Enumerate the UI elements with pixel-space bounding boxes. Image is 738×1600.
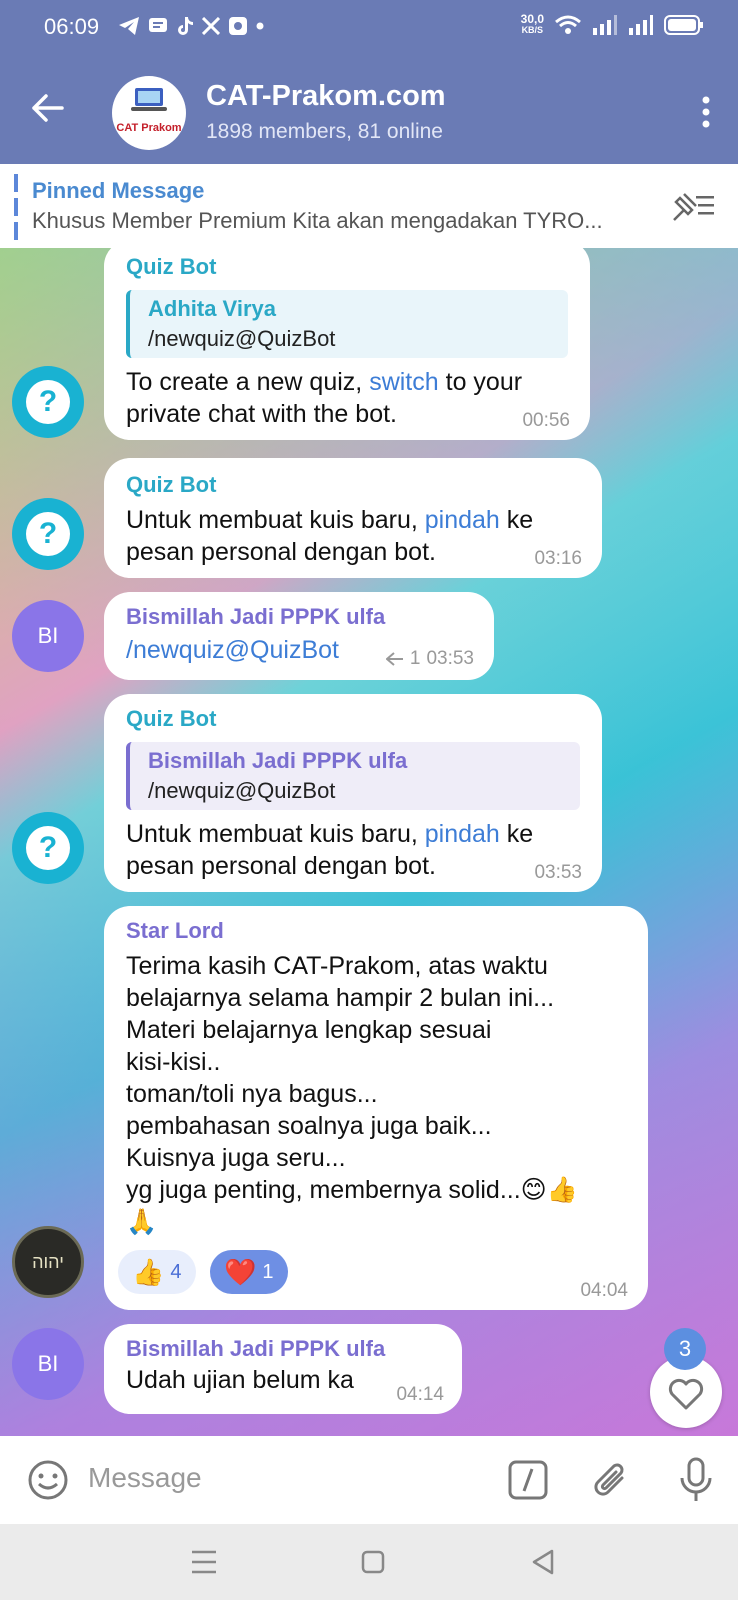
status-bar: 06:09 30,0 KB/S bbox=[0, 0, 738, 52]
message-text: Udah ujian belum ka bbox=[126, 1366, 354, 1394]
network-speed: 30,0 KB/S bbox=[520, 12, 544, 36]
reply-quote[interactable]: Bismillah Jadi PPPK ulfa /newquiz@QuizBo… bbox=[126, 742, 580, 810]
message-time: 03:53 bbox=[426, 648, 474, 669]
x-icon bbox=[202, 17, 220, 35]
reaction-emoji: ❤️ bbox=[224, 1256, 257, 1287]
reaction-count: 4 bbox=[170, 1260, 182, 1283]
message-bubble[interactable]: Bismillah Jadi PPPK ulfa Udah ujian belu… bbox=[104, 1324, 462, 1414]
message-meta: 1 03:53 bbox=[385, 648, 474, 670]
message-input[interactable]: Message bbox=[88, 1462, 202, 1494]
more-notifications-icon bbox=[256, 22, 264, 30]
message-bubble[interactable]: Bismillah Jadi PPPK ulfa /newquiz@QuizBo… bbox=[104, 592, 494, 680]
message-sender: Bismillah Jadi PPPK ulfa bbox=[126, 1336, 386, 1361]
reactions-badge: 3 bbox=[664, 1328, 706, 1370]
message-text: To create a new quiz, switch to your pri… bbox=[126, 366, 568, 430]
microphone-icon[interactable] bbox=[678, 1456, 714, 1504]
reply-count: 1 bbox=[409, 648, 421, 669]
battery-icon bbox=[664, 15, 703, 35]
message-link[interactable]: switch bbox=[369, 368, 438, 396]
reply-quote[interactable]: Adhita Virya /newquiz@QuizBot bbox=[126, 290, 568, 358]
back-arrow-icon[interactable] bbox=[28, 88, 68, 128]
message-bubble[interactable]: Quiz Bot Untuk membuat kuis baru, pindah… bbox=[104, 458, 602, 578]
wifi-icon bbox=[555, 15, 581, 34]
telegram-icon bbox=[119, 17, 139, 35]
group-title[interactable]: CAT-Prakom.com bbox=[206, 80, 446, 113]
status-time: 06:09 bbox=[44, 14, 100, 39]
pinned-indicator bbox=[14, 174, 18, 240]
question-icon: ? bbox=[26, 512, 70, 556]
user-avatar[interactable]: BI bbox=[12, 600, 84, 672]
speed-unit: KB/S bbox=[521, 25, 544, 35]
message-bubble[interactable]: Star Lord Terima kasih CAT-Prakom, atas … bbox=[104, 906, 648, 1310]
user-avatar[interactable]: BI bbox=[12, 1328, 84, 1400]
tiktok-icon bbox=[178, 17, 193, 35]
home-icon[interactable] bbox=[360, 1549, 386, 1575]
text-part: Untuk membuat kuis baru, bbox=[126, 506, 425, 534]
signal-2-icon bbox=[629, 15, 653, 35]
reply-arrow-icon bbox=[385, 652, 403, 666]
back-nav-icon[interactable] bbox=[530, 1548, 556, 1576]
message-link[interactable]: /newquiz@QuizBot bbox=[126, 636, 339, 664]
recent-apps-icon[interactable] bbox=[190, 1548, 218, 1576]
text-part: Untuk membuat kuis baru, bbox=[126, 820, 425, 848]
chat-header: CAT Prakom CAT-Prakom.com 1898 members, … bbox=[0, 52, 738, 164]
message-input-bar: Message bbox=[0, 1436, 738, 1524]
message-time: 03:53 bbox=[534, 862, 582, 883]
text-part: To create a new quiz, bbox=[126, 368, 370, 396]
emoji-icon[interactable] bbox=[26, 1458, 70, 1502]
question-icon: ? bbox=[26, 826, 70, 870]
reply-text: /newquiz@QuizBot bbox=[148, 326, 336, 351]
reaction-thumbs-up[interactable]: 👍 4 bbox=[118, 1250, 196, 1294]
message-text: Untuk membuat kuis baru, pindah ke pesan… bbox=[126, 818, 580, 882]
chat-messages-area[interactable]: Quiz Bot Adhita Virya /newquiz@QuizBot T… bbox=[0, 248, 738, 1436]
more-options-icon[interactable] bbox=[702, 96, 710, 128]
message-sender: Quiz Bot bbox=[126, 472, 217, 497]
message-link[interactable]: pindah bbox=[425, 506, 500, 534]
app-icon bbox=[229, 17, 247, 35]
reaction-count: 1 bbox=[262, 1260, 274, 1283]
reply-text: /newquiz@QuizBot bbox=[148, 778, 336, 803]
message-sender: Star Lord bbox=[126, 918, 224, 943]
signal-icon bbox=[593, 15, 617, 35]
logo-text: CAT Prakom bbox=[116, 122, 182, 134]
group-subtitle: 1898 members, 81 online bbox=[206, 120, 443, 143]
pinned-label: Pinned Message bbox=[32, 178, 205, 203]
pinned-message-bar[interactable]: Pinned Message Khusus Member Premium Kit… bbox=[0, 164, 738, 249]
pin-list-icon[interactable] bbox=[670, 186, 716, 226]
chat-app-icon bbox=[149, 18, 167, 32]
message-time: 04:04 bbox=[580, 1280, 628, 1301]
reactions-button[interactable]: 3 bbox=[650, 1328, 726, 1430]
message-text: Terima kasih CAT-Prakom, atas waktu bela… bbox=[126, 952, 578, 1236]
reply-name: Bismillah Jadi PPPK ulfa bbox=[148, 748, 408, 773]
status-right: 30,0 KB/S bbox=[520, 12, 704, 36]
reply-name: Adhita Virya bbox=[148, 296, 276, 321]
user-avatar[interactable]: יהוה bbox=[12, 1226, 84, 1298]
bot-commands-icon[interactable] bbox=[508, 1460, 548, 1500]
quiz-bot-avatar[interactable]: ? bbox=[12, 366, 84, 438]
notification-icons bbox=[118, 16, 264, 36]
message-link[interactable]: pindah bbox=[425, 820, 500, 848]
message-time: 00:56 bbox=[522, 410, 570, 431]
question-icon: ? bbox=[26, 380, 70, 424]
message-bubble[interactable]: Quiz Bot Bismillah Jadi PPPK ulfa /newqu… bbox=[104, 694, 602, 892]
quiz-bot-avatar[interactable]: ? bbox=[12, 498, 84, 570]
group-avatar[interactable]: CAT Prakom bbox=[112, 76, 186, 150]
message-sender: Quiz Bot bbox=[126, 706, 217, 731]
reaction-emoji: 👍 bbox=[132, 1256, 165, 1287]
quiz-bot-avatar[interactable]: ? bbox=[12, 812, 84, 884]
message-sender: Quiz Bot bbox=[126, 254, 217, 279]
message-time: 04:14 bbox=[396, 1384, 444, 1405]
android-nav-bar bbox=[0, 1524, 738, 1600]
logo-laptop-icon bbox=[131, 88, 167, 111]
pinned-text: Khusus Member Premium Kita akan mengadak… bbox=[32, 208, 603, 233]
message-time: 03:16 bbox=[534, 548, 582, 569]
attach-icon[interactable] bbox=[592, 1458, 632, 1502]
reaction-heart[interactable]: ❤️ 1 bbox=[210, 1250, 288, 1294]
speed-value: 30,0 bbox=[520, 12, 544, 26]
message-text: Untuk membuat kuis baru, pindah ke pesan… bbox=[126, 504, 580, 568]
message-bubble[interactable]: Quiz Bot Adhita Virya /newquiz@QuizBot T… bbox=[104, 248, 590, 440]
message-sender: Bismillah Jadi PPPK ulfa bbox=[126, 604, 386, 629]
